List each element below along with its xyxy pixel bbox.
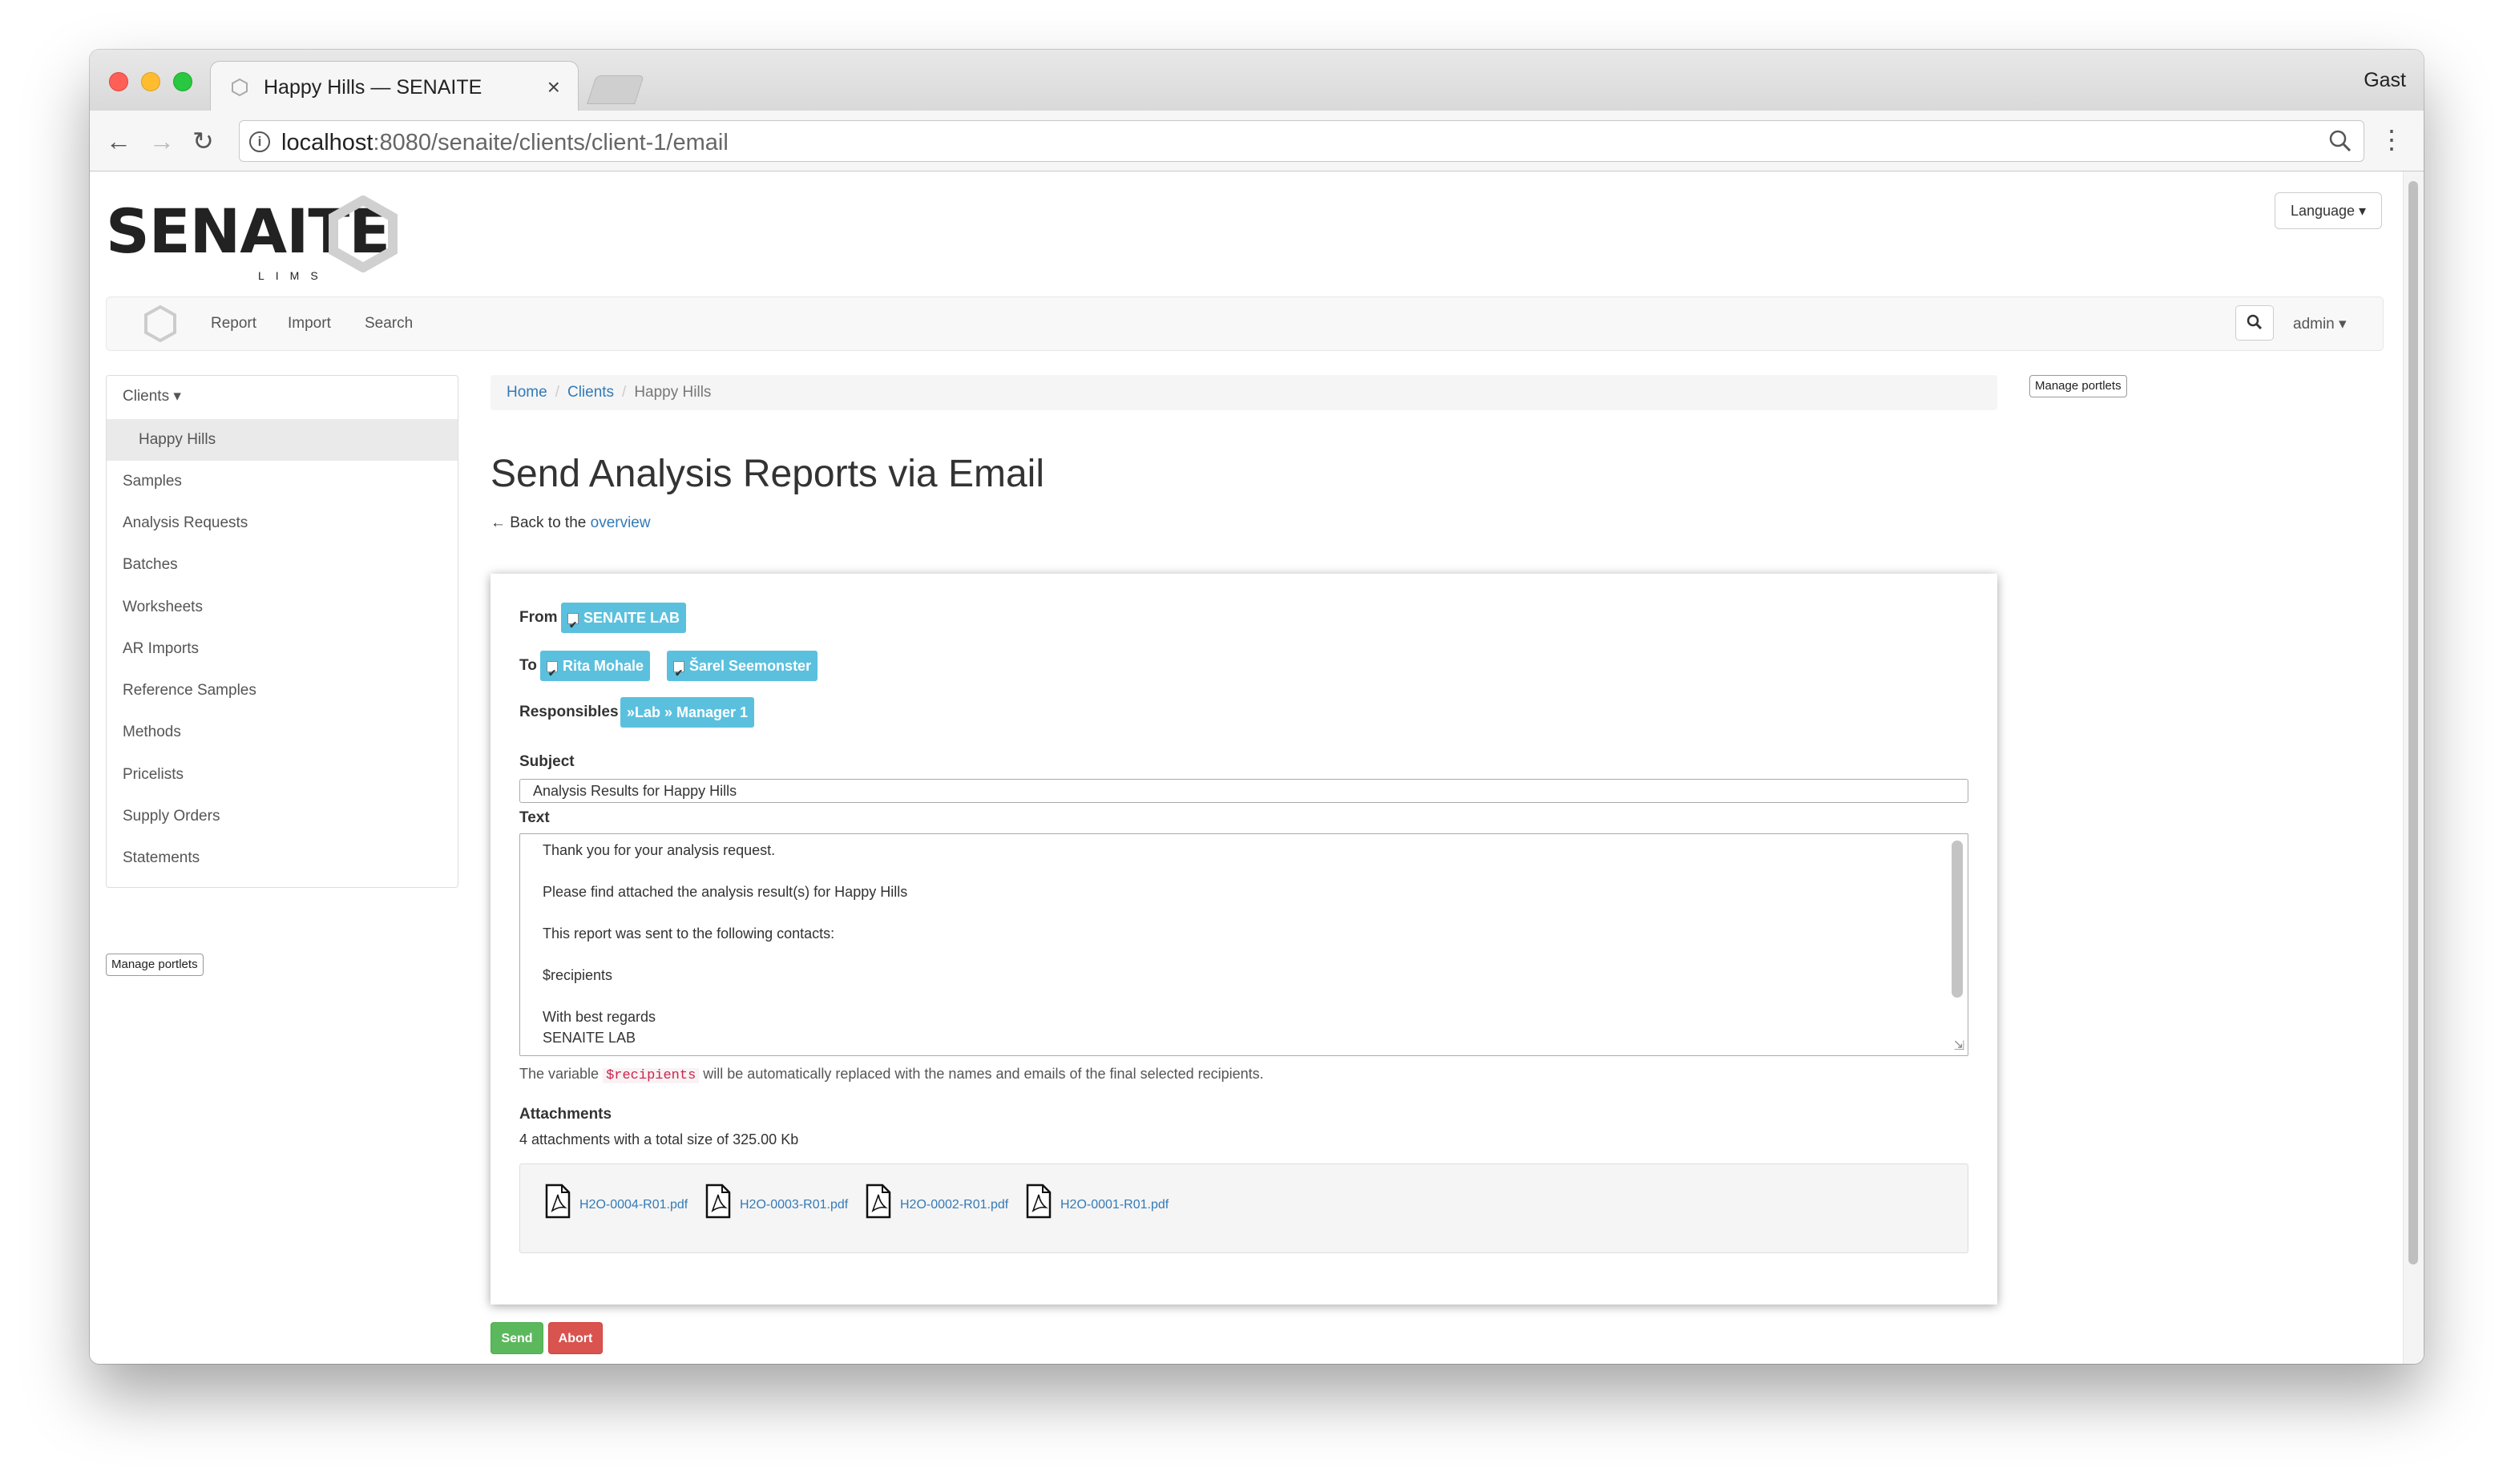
maximize-window-button[interactable] bbox=[173, 72, 192, 91]
attachment-link[interactable]: H2O-0004-R01.pdf bbox=[579, 1198, 688, 1212]
sidebar-item-worksheets[interactable]: Worksheets bbox=[107, 587, 458, 628]
attachment-link[interactable]: H2O-0001-R01.pdf bbox=[1060, 1198, 1169, 1212]
nav-search[interactable]: Search bbox=[365, 315, 413, 333]
body-line: Please find attached the analysis result… bbox=[543, 884, 908, 900]
subject-input[interactable] bbox=[519, 779, 1968, 803]
to-chip-sarel-seemonster[interactable]: Šarel Seemonster bbox=[667, 651, 818, 688]
pdf-file-icon bbox=[545, 1184, 571, 1219]
subject-label: Subject bbox=[519, 753, 575, 770]
recipients-help-text: The variable $recipients will be automat… bbox=[519, 1066, 1264, 1083]
page-scrollbar-thumb[interactable] bbox=[2408, 181, 2418, 1264]
attachments-box: H2O-0004-R01.pdf H2O-0003-R01.pdf H2O-00… bbox=[519, 1163, 1968, 1253]
sidebar-item-methods[interactable]: Methods bbox=[107, 712, 458, 753]
sidebar-nav: Clients ▾ Happy Hills Samples Analysis R… bbox=[106, 375, 458, 888]
body-line: Thank you for your analysis request. bbox=[543, 842, 776, 858]
body-line: With best regards bbox=[543, 1009, 656, 1025]
close-window-button[interactable] bbox=[109, 72, 128, 91]
responsibles-chip[interactable]: »Lab » Manager 1 bbox=[620, 697, 755, 728]
checkbox-icon[interactable] bbox=[673, 658, 684, 688]
senaite-logo[interactable]: SENAITE LIMS bbox=[106, 196, 398, 282]
url-text[interactable]: localhost:8080/senaite/clients/client-1/… bbox=[281, 130, 729, 156]
browser-tab[interactable]: Happy Hills — SENAITE × bbox=[210, 61, 579, 111]
nav-import[interactable]: Import bbox=[288, 315, 331, 333]
body-line: $recipients bbox=[543, 967, 613, 983]
manage-portlets-right-button[interactable]: Manage portlets bbox=[2029, 375, 2127, 397]
responsibles-label: Responsibles bbox=[519, 704, 619, 720]
textarea-scrollbar[interactable] bbox=[1952, 841, 1963, 998]
profile-name[interactable]: Gast bbox=[2364, 69, 2406, 92]
address-bar[interactable]: i localhost:8080/senaite/clients/client-… bbox=[239, 120, 2364, 162]
back-to-overview: ← Back to the overview bbox=[491, 514, 651, 531]
search-icon[interactable] bbox=[2328, 129, 2352, 153]
info-icon[interactable]: i bbox=[249, 131, 270, 152]
senaite-favicon-icon bbox=[232, 78, 248, 97]
sidebar-item-samples[interactable]: Samples bbox=[107, 461, 458, 502]
sidebar-item-clients[interactable]: Clients ▾ bbox=[107, 376, 458, 417]
sidebar-item-ar-imports[interactable]: AR Imports bbox=[107, 628, 458, 670]
tab-title: Happy Hills — SENAITE bbox=[264, 76, 482, 99]
email-form: From SENAITE LAB To Rita Mohale Šarel Se… bbox=[491, 574, 1997, 1305]
page-title: Send Analysis Reports via Email bbox=[491, 453, 1044, 495]
minimize-window-button[interactable] bbox=[141, 72, 160, 91]
to-label: To bbox=[519, 657, 537, 674]
search-icon bbox=[2247, 314, 2263, 330]
main-navbar: Report Import Search admin ▾ bbox=[106, 296, 2384, 351]
abort-button[interactable]: Abort bbox=[548, 1322, 603, 1354]
reload-icon[interactable]: ↻ bbox=[192, 127, 214, 155]
pdf-file-icon bbox=[1026, 1184, 1052, 1219]
breadcrumb-current: Happy Hills bbox=[634, 384, 712, 401]
sidebar-item-analysis-requests[interactable]: Analysis Requests bbox=[107, 502, 458, 544]
sidebar-item-happy-hills[interactable]: Happy Hills bbox=[107, 419, 458, 461]
pdf-file-icon bbox=[705, 1184, 731, 1219]
logo-subtitle: LIMS bbox=[258, 269, 329, 282]
body-line: This report was sent to the following co… bbox=[543, 925, 835, 942]
breadcrumb-home[interactable]: Home bbox=[507, 384, 547, 401]
pdf-file-icon bbox=[866, 1184, 891, 1219]
to-chip-rita-mohale[interactable]: Rita Mohale bbox=[540, 651, 651, 688]
forward-arrow-icon[interactable]: → bbox=[149, 127, 175, 155]
attachment-link[interactable]: H2O-0003-R01.pdf bbox=[740, 1198, 848, 1212]
checkbox-icon[interactable] bbox=[547, 658, 558, 688]
attachments-label: Attachments bbox=[519, 1106, 612, 1123]
sidebar-item-statements[interactable]: Statements bbox=[107, 837, 458, 879]
back-arrow-icon[interactable]: ← bbox=[106, 127, 131, 155]
from-chip-senaite-lab[interactable]: SENAITE LAB bbox=[561, 603, 687, 640]
home-hexagon-icon[interactable] bbox=[142, 304, 179, 344]
browser-toolbar: ← → ↻ i localhost:8080/senaite/clients/c… bbox=[90, 111, 2424, 171]
user-menu[interactable]: admin ▾ bbox=[2293, 315, 2347, 333]
sidebar-item-batches[interactable]: Batches bbox=[107, 544, 458, 586]
browser-window: Happy Hills — SENAITE × Gast ← → ↻ i loc… bbox=[90, 50, 2424, 1364]
tab-close-icon[interactable]: × bbox=[547, 75, 560, 100]
breadcrumb: Home / Clients / Happy Hills bbox=[491, 375, 1997, 410]
send-button[interactable]: Send bbox=[491, 1322, 543, 1354]
logo-hexagon-icon bbox=[329, 196, 398, 272]
browser-menu-icon[interactable]: ⋮ bbox=[2379, 125, 2404, 154]
text-label: Text bbox=[519, 809, 550, 826]
new-tab-button[interactable] bbox=[587, 75, 644, 104]
checkbox-icon[interactable] bbox=[567, 610, 579, 640]
body-line: SENAITE LAB bbox=[543, 1030, 636, 1046]
sidebar-item-pricelists[interactable]: Pricelists bbox=[107, 754, 458, 796]
language-dropdown[interactable]: Language ▾ bbox=[2275, 192, 2382, 229]
overview-link[interactable]: overview bbox=[591, 514, 651, 531]
attachment-link[interactable]: H2O-0002-R01.pdf bbox=[900, 1198, 1008, 1212]
attachments-summary: 4 attachments with a total size of 325.0… bbox=[519, 1131, 799, 1147]
page-viewport: SENAITE LIMS Language ▾ Report Import Se… bbox=[90, 171, 2424, 1364]
resize-grip-icon[interactable]: ⇲ bbox=[1954, 1038, 1964, 1054]
nav-report[interactable]: Report bbox=[211, 315, 256, 333]
sidebar-item-supply-orders[interactable]: Supply Orders bbox=[107, 796, 458, 837]
from-label: From bbox=[519, 609, 558, 626]
manage-portlets-left-button[interactable]: Manage portlets bbox=[106, 954, 204, 976]
page-scrollbar[interactable] bbox=[2403, 171, 2424, 1364]
browser-titlebar: Happy Hills — SENAITE × Gast bbox=[90, 50, 2424, 111]
email-body-textarea[interactable]: Thank you for your analysis request. Ple… bbox=[519, 833, 1968, 1056]
navbar-search-button[interactable] bbox=[2235, 305, 2274, 341]
breadcrumb-clients[interactable]: Clients bbox=[567, 384, 614, 401]
sidebar-item-reference-samples[interactable]: Reference Samples bbox=[107, 670, 458, 712]
recipients-variable: $recipients bbox=[603, 1068, 700, 1083]
